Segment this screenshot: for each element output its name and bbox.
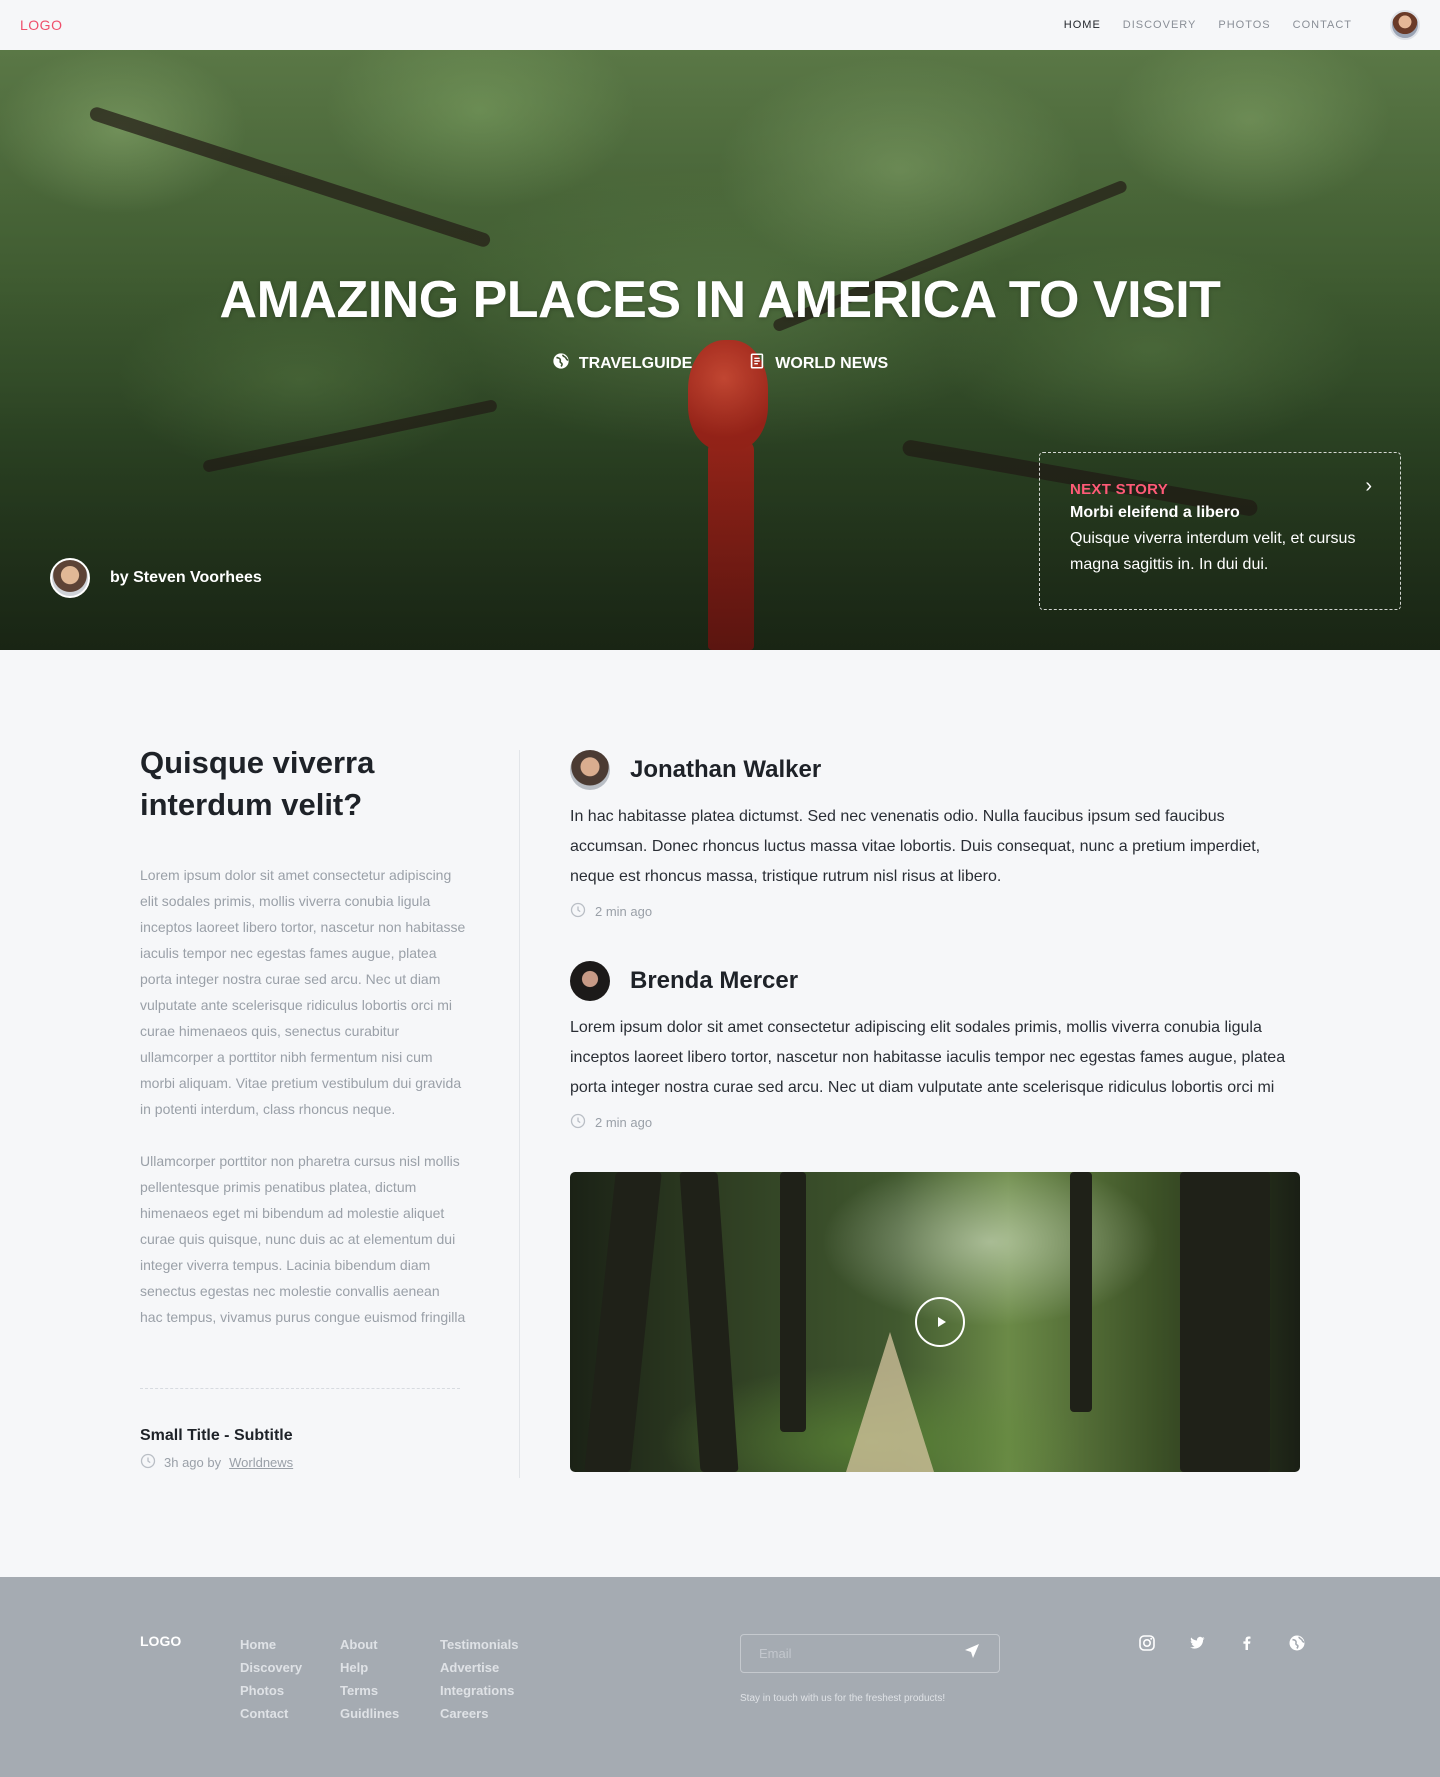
globe-icon: [552, 352, 570, 375]
divider: [140, 1388, 460, 1389]
next-story-title: Morbi eleifend a libero: [1070, 504, 1240, 521]
logo[interactable]: LOGO: [20, 17, 62, 33]
small-title: Small Title - Subtitle: [140, 1427, 293, 1444]
nav-menu: HOME DISCOVERY PHOTOS CONTACT: [1042, 10, 1420, 40]
comment-time: 2 min ago: [595, 904, 653, 919]
next-story-text: Quisque viverra interdum velit, et cursu…: [1070, 530, 1356, 573]
comment-header: Brenda Mercer: [570, 961, 1300, 1001]
nav-link-photos[interactable]: PHOTOS: [1218, 19, 1270, 31]
author-name: by Steven Voorhees: [110, 569, 262, 586]
hero: AMAZING PLACES IN AMERICA TO VISIT TRAVE…: [0, 50, 1440, 650]
article-title: Quisque viverra interdum velit?: [140, 745, 375, 822]
comment-meta: 2 min ago: [570, 1113, 1300, 1132]
clock-icon: [570, 1113, 586, 1132]
footer: LOGO Home Discovery Photos Contact About…: [0, 1577, 1440, 1777]
document-icon: [748, 352, 766, 375]
article-paragraph: Ullamcorper porttitor non pharetra cursu…: [140, 1153, 466, 1325]
comment-author[interactable]: Brenda Mercer: [630, 967, 798, 995]
comment-text: In hac habitasse platea dictumst. Sed ne…: [570, 808, 1261, 885]
footer-column: Testimonials Advertise Integrations Care…: [440, 1633, 519, 1725]
small-meta: 3h ago by Worldnews: [140, 1453, 466, 1472]
article-column: Quisque viverra interdum velit? Lorem ip…: [140, 742, 466, 1472]
tag-travelguide[interactable]: TRAVELGUIDE: [552, 352, 692, 375]
author[interactable]: by Steven Voorhees: [50, 558, 262, 598]
comment-meta: 2 min ago: [570, 902, 1300, 921]
footer-note: Stay in touch with us for the freshest p…: [740, 1693, 946, 1704]
clock-icon: [140, 1453, 156, 1472]
instagram-icon[interactable]: [1138, 1634, 1156, 1652]
avatar[interactable]: [570, 961, 610, 1001]
article-paragraph: Lorem ipsum dolor sit amet consectetur a…: [140, 867, 466, 1117]
video-tree: [1180, 1172, 1270, 1472]
send-icon[interactable]: [963, 1642, 981, 1665]
twitter-icon[interactable]: [1188, 1634, 1206, 1652]
avatar[interactable]: [570, 750, 610, 790]
next-story-label: NEXT STORY: [1070, 481, 1169, 498]
video-tree: [584, 1172, 662, 1472]
tag-world-news[interactable]: WORLD NEWS: [748, 352, 888, 375]
footer-link-terms[interactable]: Terms: [340, 1679, 399, 1702]
nav-link-home[interactable]: HOME: [1064, 19, 1101, 31]
video-tree: [679, 1172, 739, 1472]
email-input[interactable]: [759, 1646, 963, 1661]
video-path: [846, 1332, 934, 1472]
hero-title: AMAZING PLACES IN AMERICA TO VISIT: [219, 271, 1221, 329]
comment: Brenda Mercer Lorem ipsum dolor sit amet…: [570, 961, 1300, 1132]
clock-icon: [570, 902, 586, 921]
social-links: [1138, 1634, 1306, 1652]
footer-link-about[interactable]: About: [340, 1633, 399, 1656]
main-content: Quisque viverra interdum velit? Lorem ip…: [0, 650, 1440, 1577]
footer-link-integrations[interactable]: Integrations: [440, 1679, 519, 1702]
footer-link-advertise[interactable]: Advertise: [440, 1656, 519, 1679]
footer-link-discovery[interactable]: Discovery: [240, 1656, 302, 1679]
author-avatar: [50, 558, 90, 598]
play-button[interactable]: [915, 1297, 965, 1347]
footer-link-contact[interactable]: Contact: [240, 1702, 302, 1725]
play-icon: [937, 1317, 946, 1327]
footer-logo[interactable]: LOGO: [140, 1633, 181, 1649]
footer-link-home[interactable]: Home: [240, 1633, 302, 1656]
tag-label: WORLD NEWS: [775, 354, 889, 372]
globe-icon[interactable]: [1288, 1634, 1306, 1652]
nav-link-discovery[interactable]: DISCOVERY: [1123, 19, 1197, 31]
navbar: LOGO HOME DISCOVERY PHOTOS CONTACT: [0, 0, 1440, 50]
footer-link-testimonials[interactable]: Testimonials: [440, 1633, 519, 1656]
tag-label: TRAVELGUIDE: [578, 354, 693, 372]
footer-link-photos[interactable]: Photos: [240, 1679, 302, 1702]
comment-text: Lorem ipsum dolor sit amet consectetur a…: [570, 1019, 1286, 1096]
email-form: [740, 1634, 1000, 1673]
footer-column: About Help Terms Guidlines: [340, 1633, 399, 1725]
comments-column: Jonathan Walker In hac habitasse platea …: [570, 750, 1300, 1472]
video-tree: [1070, 1172, 1092, 1412]
hero-tags: TRAVELGUIDE WORLD NEWS: [0, 352, 1440, 375]
footer-column: Home Discovery Photos Contact: [240, 1633, 302, 1725]
comment-author[interactable]: Jonathan Walker: [630, 756, 821, 784]
comment-time: 2 min ago: [595, 1115, 653, 1130]
chevron-right-icon[interactable]: ›: [1365, 475, 1372, 498]
comment-header: Jonathan Walker: [570, 750, 1300, 790]
worldnews-link[interactable]: Worldnews: [229, 1455, 293, 1470]
comment: Jonathan Walker In hac habitasse platea …: [570, 750, 1300, 921]
video-tree: [780, 1172, 806, 1432]
column-divider: [519, 750, 520, 1478]
nav-link-contact[interactable]: CONTACT: [1293, 19, 1352, 31]
video-player[interactable]: [570, 1172, 1300, 1472]
facebook-icon[interactable]: [1238, 1634, 1256, 1652]
next-story-card[interactable]: NEXT STORY Morbi eleifend a libero Quisq…: [1039, 452, 1401, 610]
footer-link-guidlines[interactable]: Guidlines: [340, 1702, 399, 1725]
footer-link-help[interactable]: Help: [340, 1656, 399, 1679]
user-avatar[interactable]: [1390, 10, 1420, 40]
small-meta-text: 3h ago by: [164, 1455, 222, 1470]
footer-link-careers[interactable]: Careers: [440, 1702, 519, 1725]
